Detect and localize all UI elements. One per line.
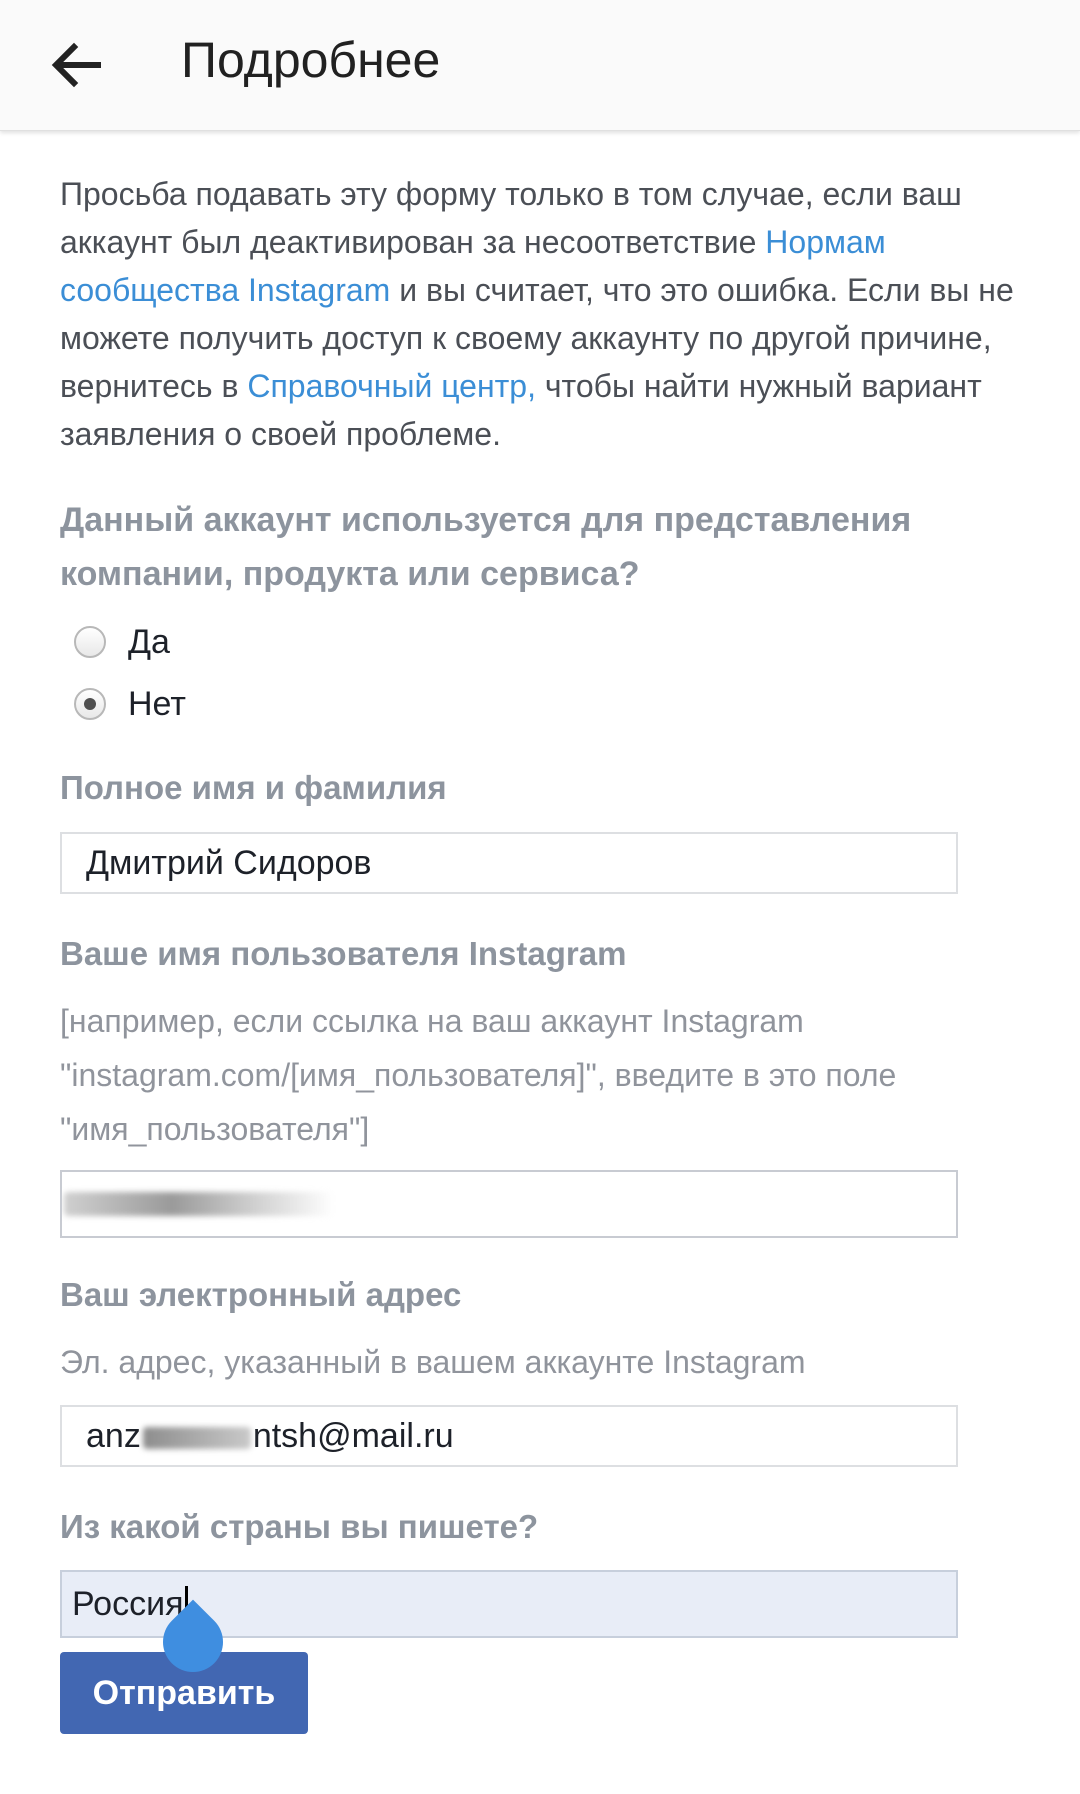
back-button[interactable] (36, 25, 116, 105)
intro-section: Просьба подавать эту форму только в том … (60, 170, 1020, 458)
page-title: Подробнее (181, 32, 441, 88)
full-name-input[interactable]: Дмитрий Сидоров (60, 832, 958, 894)
app-bar: Подробнее (0, 0, 1080, 131)
arrow-left-icon (51, 42, 101, 88)
radio-option-yes[interactable]: Да (74, 614, 170, 670)
email-hint: Эл. адрес, указанный в вашем аккаунте In… (60, 1344, 806, 1380)
country-label: Из какой страны вы пишете? (60, 1508, 539, 1545)
email-input[interactable]: anz ntsh@mail.ru (60, 1405, 958, 1467)
business-question-label: Данный аккаунт используется для представ… (60, 501, 912, 593)
username-input[interactable] (60, 1170, 958, 1238)
intro-text: Просьба подавать эту форму только в том … (60, 170, 1020, 458)
radio-option-no[interactable]: Нет (74, 676, 186, 732)
email-value-prefix: anz (86, 1417, 141, 1455)
email-value-suffix: ntsh@mail.ru (252, 1417, 454, 1455)
full-name-label: Полное имя и фамилия (60, 769, 447, 806)
redacted-email-part (142, 1427, 251, 1450)
username-label: Ваше имя пользователя Instagram (60, 935, 627, 972)
help-center-link[interactable]: Справочный центр, (247, 368, 536, 404)
country-value: Россия (72, 1585, 184, 1623)
redacted-username (64, 1192, 334, 1216)
email-label: Ваш электронный адрес (60, 1276, 462, 1313)
radio-button-checked[interactable] (74, 688, 106, 720)
radio-label-no: Нет (128, 684, 186, 723)
username-hint: [например, если ссылка на ваш аккаунт In… (60, 1003, 897, 1147)
radio-button[interactable] (74, 626, 106, 658)
radio-label-yes: Да (128, 622, 170, 661)
